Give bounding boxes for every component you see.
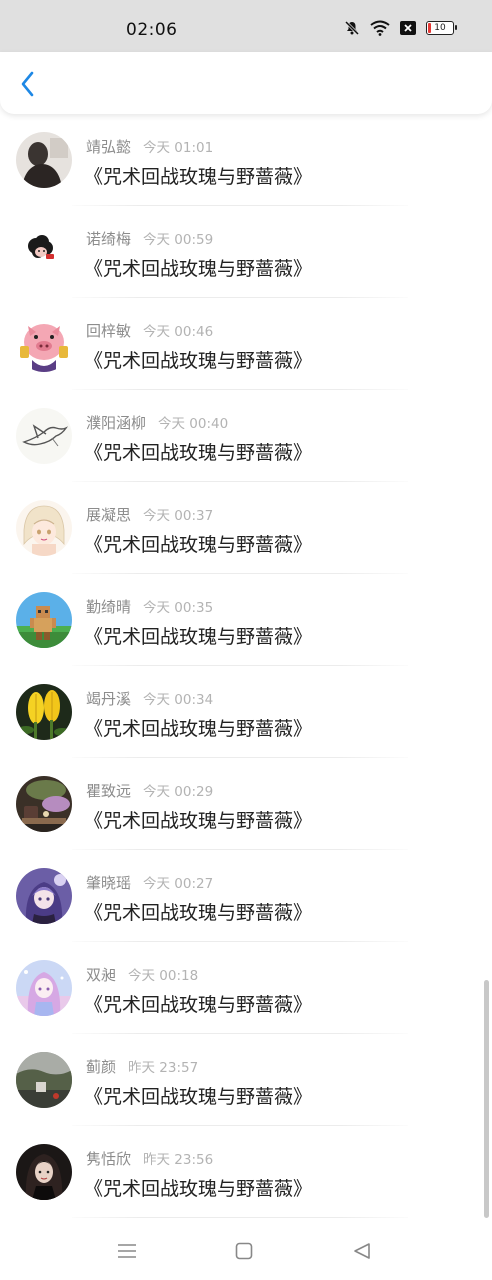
sender-line: 肇晓瑶 今天 00:27: [86, 872, 213, 893]
sender-line: 展凝思 今天 00:37: [86, 504, 213, 525]
avatar[interactable]: [16, 868, 72, 924]
battery-level: 10: [434, 22, 446, 33]
message-text: 《咒术回战玫瑰与野蔷薇》: [84, 810, 313, 832]
sender-line: 双昶 今天 00:18: [86, 964, 198, 985]
message-text: 《咒术回战玫瑰与野蔷薇》: [84, 258, 313, 280]
message-text: 《咒术回战玫瑰与野蔷薇》: [84, 994, 313, 1016]
sender-line: 勤绮晴 今天 00:35: [86, 596, 213, 617]
list-item[interactable]: 蓟颜 昨天 23:57 《咒术回战玫瑰与野蔷薇》: [0, 1034, 492, 1126]
sender-name: 勤绮晴: [86, 598, 132, 616]
sender-name: 蓟颜: [86, 1058, 117, 1076]
list-item[interactable]: 展凝思 今天 00:37 《咒术回战玫瑰与野蔷薇》: [0, 482, 492, 574]
chevron-left-icon: [21, 71, 34, 97]
avatar[interactable]: [16, 408, 72, 464]
wifi-icon: [370, 20, 390, 36]
message-text: 《咒术回战玫瑰与野蔷薇》: [84, 350, 313, 372]
nav-back-button[interactable]: [347, 1236, 377, 1266]
sender-name: 肇晓瑶: [86, 874, 132, 892]
message-time: 今天 00:35: [143, 600, 214, 616]
message-time: 今天 00:27: [143, 876, 214, 892]
message-time: 今天 00:59: [143, 232, 214, 248]
sender-line: 靖弘懿 今天 01:01: [86, 136, 213, 157]
message-text: 《咒术回战玫瑰与野蔷薇》: [84, 1086, 313, 1108]
sender-name: 回梓敏: [86, 322, 132, 340]
avatar[interactable]: [16, 960, 72, 1016]
message-text: 《咒术回战玫瑰与野蔷薇》: [84, 1178, 313, 1200]
avatar[interactable]: [16, 224, 72, 280]
message-text: 《咒术回战玫瑰与野蔷薇》: [84, 902, 313, 924]
list-item[interactable]: 回梓敏 今天 00:46 《咒术回战玫瑰与野蔷薇》: [0, 298, 492, 390]
battery-icon: 10: [426, 21, 457, 35]
sender-line: 诺绮梅 今天 00:59: [86, 228, 213, 249]
message-text: 《咒术回战玫瑰与野蔷薇》: [84, 534, 313, 556]
message-text: 《咒术回战玫瑰与野蔷薇》: [84, 166, 313, 188]
status-icons: 10: [344, 20, 457, 36]
mute-bell-icon: [344, 20, 360, 36]
message-time: 今天 00:37: [143, 508, 214, 524]
notification-x-icon: [400, 21, 416, 35]
header-bar: [0, 52, 492, 114]
avatar[interactable]: [16, 500, 72, 556]
list-item[interactable]: 肇晓瑶 今天 00:27 《咒术回战玫瑰与野蔷薇》: [0, 850, 492, 942]
message-time: 今天 00:40: [158, 416, 229, 432]
sender-line: 竭丹溪 今天 00:34: [86, 688, 213, 709]
menu-icon: [118, 1244, 136, 1258]
message-text: 《咒术回战玫瑰与野蔷薇》: [84, 442, 313, 464]
sender-name: 双昶: [86, 966, 117, 984]
list-item[interactable]: 隽恬欣 昨天 23:56 《咒术回战玫瑰与野蔷薇》: [0, 1126, 492, 1218]
sender-name: 濮阳涵柳: [86, 414, 147, 432]
message-time: 昨天 23:57: [128, 1060, 199, 1076]
sender-line: 蓟颜 昨天 23:57: [86, 1056, 198, 1077]
list-item[interactable]: 竭丹溪 今天 00:34 《咒术回战玫瑰与野蔷薇》: [0, 666, 492, 758]
message-time: 今天 01:01: [143, 140, 214, 156]
avatar[interactable]: [16, 684, 72, 740]
list-item[interactable]: 勤绮晴 今天 00:35 《咒术回战玫瑰与野蔷薇》: [0, 574, 492, 666]
list-item[interactable]: 双昶 今天 00:18 《咒术回战玫瑰与野蔷薇》: [0, 942, 492, 1034]
divider: [72, 1217, 408, 1218]
avatar[interactable]: [16, 132, 72, 188]
message-time: 今天 00:46: [143, 324, 214, 340]
list-item[interactable]: 诺绮梅 今天 00:59 《咒术回战玫瑰与野蔷薇》: [0, 206, 492, 298]
list-item[interactable]: 濮阳涵柳 今天 00:40 《咒术回战玫瑰与野蔷薇》: [0, 390, 492, 482]
sender-name: 靖弘懿: [86, 138, 132, 156]
message-time: 今天 00:29: [143, 784, 214, 800]
list-item[interactable]: 瞿致远 今天 00:29 《咒术回战玫瑰与野蔷薇》: [0, 758, 492, 850]
sender-line: 瞿致远 今天 00:29: [86, 780, 213, 801]
message-time: 今天 00:34: [143, 692, 214, 708]
status-bar: 02:06 10: [0, 0, 492, 52]
message-time: 昨天 23:56: [143, 1152, 214, 1168]
sender-line: 濮阳涵柳 今天 00:40: [86, 412, 228, 433]
sender-name: 竭丹溪: [86, 690, 132, 708]
message-text: 《咒术回战玫瑰与野蔷薇》: [84, 626, 313, 648]
avatar[interactable]: [16, 1052, 72, 1108]
sender-name: 瞿致远: [86, 782, 132, 800]
sender-name: 展凝思: [86, 506, 132, 524]
avatar[interactable]: [16, 776, 72, 832]
sender-name: 诺绮梅: [86, 230, 132, 248]
message-time: 今天 00:18: [128, 968, 199, 984]
scrollbar[interactable]: [484, 980, 489, 1218]
message-text: 《咒术回战玫瑰与野蔷薇》: [84, 718, 313, 740]
avatar[interactable]: [16, 316, 72, 372]
back-triangle-icon: [354, 1243, 370, 1259]
home-square-icon: [235, 1242, 253, 1260]
menu-button[interactable]: [112, 1236, 142, 1266]
system-nav-bar: [0, 1222, 492, 1280]
message-list: 靖弘懿 今天 01:01 《咒术回战玫瑰与野蔷薇》 诺绮梅 今天 00:59 《…: [0, 114, 492, 1218]
sender-line: 隽恬欣 昨天 23:56: [86, 1148, 213, 1169]
message-list-screen: 02:06 10 靖弘懿 今天 01:01 《咒术回战玫瑰与野蔷薇》 诺绮梅 今…: [0, 0, 492, 1280]
sender-name: 隽恬欣: [86, 1150, 132, 1168]
list-item[interactable]: 靖弘懿 今天 01:01 《咒术回战玫瑰与野蔷薇》: [0, 114, 492, 206]
back-button[interactable]: [10, 66, 46, 102]
home-button[interactable]: [229, 1236, 259, 1266]
avatar[interactable]: [16, 1144, 72, 1200]
avatar[interactable]: [16, 592, 72, 648]
sender-line: 回梓敏 今天 00:46: [86, 320, 213, 341]
status-time: 02:06: [126, 20, 178, 40]
